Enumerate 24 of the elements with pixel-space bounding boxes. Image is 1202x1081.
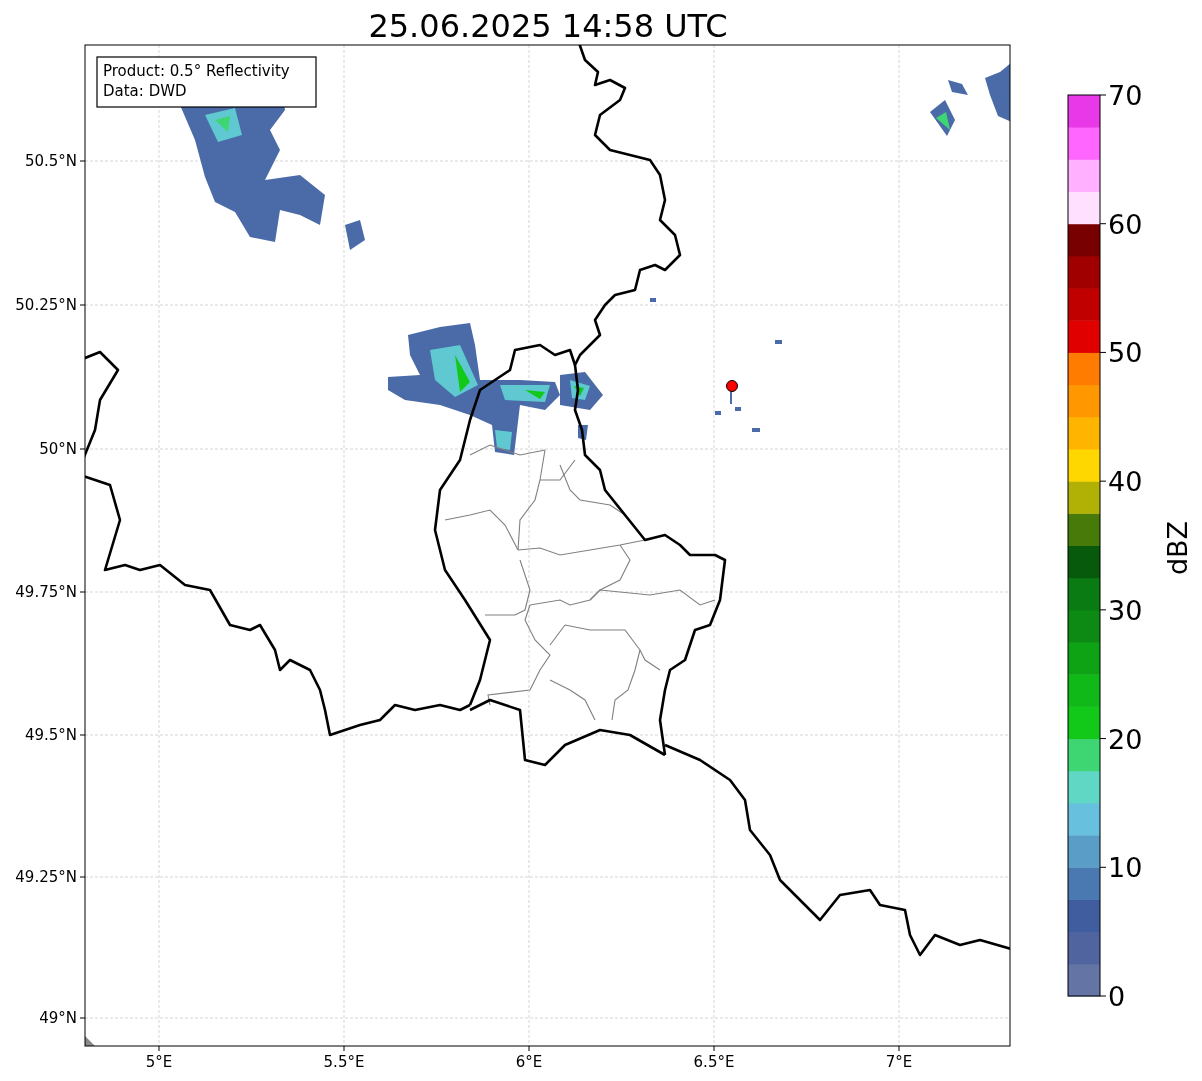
colorbar-label: 10: [1108, 852, 1143, 884]
longitude-label: 5°E: [145, 1053, 173, 1071]
info-text: Product: 0.5° Reflectivity: [103, 62, 290, 80]
latitude-label: 50°N: [39, 440, 77, 458]
info-text: Data: DWD: [103, 82, 187, 100]
chart-title: 25.06.2025 14:58 UTC: [368, 7, 728, 45]
latitude-label: 49°N: [39, 1009, 77, 1027]
longitude-label: 7°E: [885, 1053, 913, 1071]
latitude-label: 49.5°N: [24, 726, 77, 744]
latitude-label: 50.5°N: [24, 152, 77, 170]
colorbar-label: 60: [1108, 208, 1143, 240]
latitude-label: 49.75°N: [15, 583, 77, 601]
colorbar-label: 50: [1108, 337, 1143, 369]
colorbar-title: dBZ: [1162, 520, 1193, 576]
colorbar-label: 20: [1108, 723, 1143, 755]
longitude-label: 6°E: [515, 1053, 543, 1071]
longitude-label: 6.5°E: [693, 1053, 735, 1071]
colorbar-label: 0: [1108, 981, 1126, 1012]
colorbar-label: 40: [1108, 466, 1143, 498]
longitude-label: 5.5°E: [323, 1053, 365, 1071]
latitude-label: 50.25°N: [15, 296, 77, 314]
colorbar-label: 30: [1108, 594, 1143, 626]
colorbar-label: 70: [1108, 80, 1143, 111]
latitude-label: 49.25°N: [15, 868, 77, 886]
